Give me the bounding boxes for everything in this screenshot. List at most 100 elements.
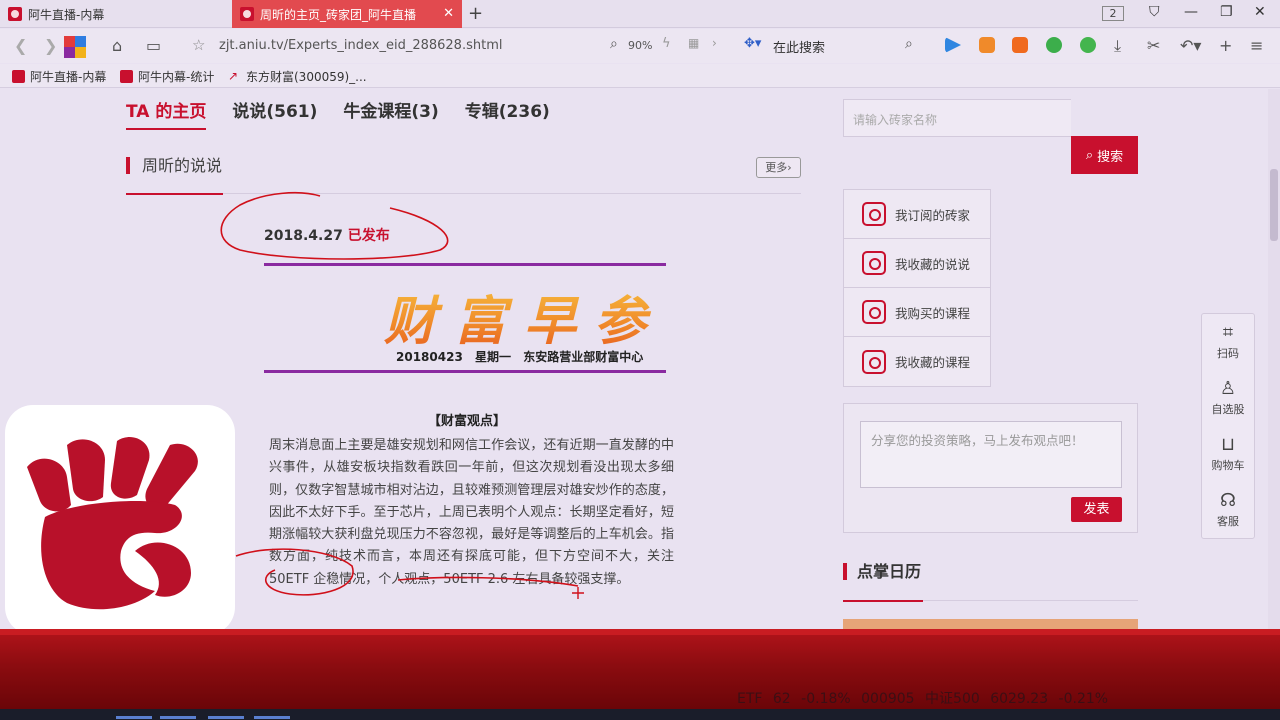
site-favicon-icon <box>8 7 22 21</box>
close-tab-icon[interactable]: ✕ <box>443 6 454 21</box>
search-icon[interactable]: ⌕ <box>905 36 913 52</box>
float-label: 购物车 <box>1211 458 1245 472</box>
taskbar-item[interactable] <box>160 716 196 719</box>
forward-icon[interactable]: ❯ <box>44 36 57 55</box>
taskbar-item[interactable] <box>254 716 290 719</box>
tab-label: 周昕的主页_砖家团_阿牛直播 <box>260 7 417 22</box>
site-favicon-icon <box>12 70 25 83</box>
banner-bottom-line <box>264 370 666 373</box>
wechat-icon[interactable] <box>1080 37 1096 53</box>
bookmark-item[interactable]: ↗ 东方财富(300059)_... <box>228 68 367 85</box>
menu-label: 我订阅的砖家 <box>895 207 971 223</box>
calendar-title: 点掌日历 <box>843 563 921 580</box>
divider-accent <box>126 193 223 195</box>
publish-button[interactable]: 发表 <box>1071 497 1122 522</box>
float-label: 自选股 <box>1211 402 1245 416</box>
page-scrollbar[interactable] <box>1268 89 1280 629</box>
scissors-icon[interactable]: ✂ <box>1147 36 1160 55</box>
back-icon[interactable]: ❮ <box>14 36 27 55</box>
tab-posts[interactable]: 说说(561) <box>232 97 317 130</box>
stock-ticker: ETF 62 -0.18% 000905 中证500 6029.23 -0.21… <box>0 629 1280 709</box>
bookmark-item[interactable]: 阿牛内幕-统计 <box>120 68 214 85</box>
post-date-value: 2018.4.27 <box>264 228 343 244</box>
search-button[interactable]: ⌕ 搜索 <box>1071 136 1138 174</box>
bookmark-label: 阿牛内幕-统计 <box>138 70 215 84</box>
browser-logo-icon[interactable] <box>64 36 86 58</box>
address-toolbar: ❮ ❯ ⌂ ▭ ☆ zjt.aniu.tv/Experts_index_eid_… <box>0 29 1280 63</box>
float-scan[interactable]: ⌗ 扫码 <box>1202 314 1254 370</box>
user-icon <box>862 202 886 226</box>
expert-search-input[interactable]: 请输入砖家名称 <box>843 99 1071 137</box>
menu-icon[interactable]: ≡ <box>1250 36 1263 55</box>
post-status: 已发布 <box>347 228 390 244</box>
menu-label: 我收藏的说说 <box>895 256 971 272</box>
browser-tab[interactable]: 阿牛直播-内幕 <box>0 0 230 28</box>
banner-top-line <box>264 263 666 266</box>
close-window-icon[interactable]: ✕ <box>1254 4 1266 20</box>
menu-purchased-courses[interactable]: 我购买的课程 <box>844 288 990 337</box>
site-favicon-icon <box>120 70 133 83</box>
lightning-icon[interactable]: ϟ <box>662 36 671 51</box>
menu-subscribed-experts[interactable]: 我订阅的砖家 <box>844 190 990 239</box>
taskbar-item[interactable] <box>208 716 244 719</box>
float-service[interactable]: ☊ 客服 <box>1202 482 1254 538</box>
browser-tab-active[interactable]: 周昕的主页_砖家团_阿牛直播 ✕ <box>232 0 462 28</box>
post-date: 2018.4.27 已发布 <box>264 225 390 245</box>
broadcast-logo <box>5 405 235 635</box>
ticker-text: ETF 62 -0.18% 000905 中证500 6029.23 -0.21… <box>737 691 1109 707</box>
minimize-icon[interactable]: — <box>1184 4 1198 20</box>
star-icon[interactable]: ☆ <box>192 36 205 54</box>
zoom-level[interactable]: 90% <box>628 39 652 52</box>
zoom-icon[interactable]: ⌕ <box>610 36 618 52</box>
chevron-right-icon[interactable]: › <box>712 36 717 50</box>
add-icon[interactable]: + <box>1219 36 1232 55</box>
taskbar-item[interactable] <box>116 716 152 719</box>
search-engine-field[interactable]: 在此搜索 <box>773 37 825 56</box>
user-icon: ♙ <box>1219 377 1237 399</box>
banner-subtitle: 20180423 星期一 东安路营业部财富中心 <box>396 348 643 365</box>
wallet-icon <box>862 300 886 324</box>
banner-weekday: 星期一 <box>474 350 511 364</box>
browser-tabbar: 阿牛直播-内幕 周昕的主页_砖家团_阿牛直播 ✕ + 2 ⛉ — ❐ ✕ <box>0 0 1280 28</box>
new-tab-icon[interactable]: + <box>468 3 483 24</box>
spider-icon[interactable] <box>1046 37 1062 53</box>
section-title: 周昕的说说 <box>126 157 222 174</box>
tab-home[interactable]: TA 的主页 <box>126 97 207 130</box>
more-button[interactable]: 更多› <box>756 157 801 178</box>
float-label: 扫码 <box>1217 346 1239 360</box>
qr-code-icon: ⌗ <box>1222 321 1234 343</box>
menu-saved-courses[interactable]: 我收藏的课程 <box>844 337 990 386</box>
home-icon[interactable]: ⌂ <box>112 36 122 55</box>
tab-albums[interactable]: 专辑(236) <box>465 97 550 130</box>
floating-toolbar: ⌗ 扫码 ♙ 自选股 ⊔ 购物车 ☊ 客服 <box>1201 313 1255 539</box>
download-icon[interactable]: ⤓ <box>1114 36 1121 56</box>
menu-label: 我购买的课程 <box>895 305 971 321</box>
video-icon[interactable] <box>1012 37 1028 53</box>
bookmark-label: 阿牛直播-内幕 <box>30 70 107 84</box>
bookmarks-bar: 阿牛直播-内幕 阿牛内幕-统计 ↗ 东方财富(300059)_... <box>0 64 1280 88</box>
float-watchlist[interactable]: ♙ 自选股 <box>1202 370 1254 426</box>
tab-count-badge[interactable]: 2 <box>1102 6 1124 21</box>
reader-mode-icon[interactable]: ▭ <box>146 36 161 55</box>
play-icon[interactable] <box>945 37 961 53</box>
headset-icon: ☊ <box>1220 489 1236 511</box>
float-label: 客服 <box>1217 514 1239 528</box>
share-textarea[interactable]: 分享您的投资策略，马上发布观点吧！ <box>860 421 1122 488</box>
url-field[interactable]: zjt.aniu.tv/Experts_index_eid_288628.sht… <box>219 38 502 53</box>
maximize-icon[interactable]: ❐ <box>1220 4 1233 20</box>
paw-search-icon[interactable]: ✥▾ <box>744 36 761 51</box>
menu-label: 我收藏的课程 <box>895 355 971 370</box>
grid-icon[interactable]: ▦ <box>688 36 699 50</box>
shirt-skin-icon[interactable]: ⛉ <box>1149 4 1160 20</box>
scroll-thumb[interactable] <box>1270 169 1278 241</box>
gamepad-icon[interactable] <box>979 37 995 53</box>
user-menu: 我订阅的砖家 我收藏的说说 我购买的课程 我收藏的课程 <box>843 189 991 387</box>
undo-icon[interactable]: ↶▾ <box>1180 36 1201 55</box>
float-cart[interactable]: ⊔ 购物车 <box>1202 426 1254 482</box>
tab-courses[interactable]: 牛金课程(3) <box>343 97 438 130</box>
notebook-icon <box>862 349 886 374</box>
menu-saved-posts[interactable]: 我收藏的说说 <box>844 239 990 288</box>
tab-label: 阿牛直播-内幕 <box>28 7 105 22</box>
bookmark-item[interactable]: 阿牛直播-内幕 <box>12 68 106 85</box>
divider <box>126 193 801 194</box>
